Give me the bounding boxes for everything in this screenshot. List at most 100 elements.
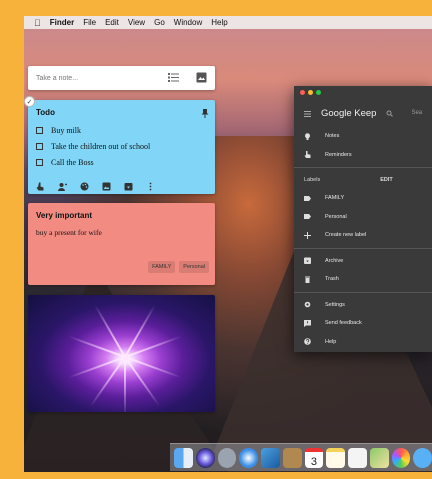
nav-create-label[interactable]: Create new label: [294, 226, 432, 245]
search-field[interactable]: Sea: [411, 110, 422, 116]
nav-reminders[interactable]: Reminders: [294, 146, 432, 165]
checklist-item-text[interactable]: Take the children out of school: [51, 142, 150, 151]
label-chip[interactable]: Personal: [179, 261, 209, 273]
nav-notes[interactable]: Notes: [294, 127, 432, 146]
plus-icon: [304, 231, 311, 239]
note-labels: FAMILY Personal: [148, 261, 209, 273]
nav-label: FAMILY: [325, 195, 345, 202]
calendar-app-icon[interactable]: 3: [304, 447, 324, 468]
nav-label: Notes: [325, 133, 340, 140]
nav-label: Help: [325, 338, 337, 345]
todo-note[interactable]: ✓ Todo Buy milk Take the children out of…: [24, 96, 215, 194]
finder-app-icon[interactable]: [174, 447, 193, 468]
reminders-app-icon[interactable]: [348, 447, 367, 468]
menu-help[interactable]: Help: [211, 18, 227, 27]
label-icon: [304, 195, 311, 202]
reminder-icon[interactable]: [36, 178, 45, 191]
dock: 3: [170, 443, 432, 471]
nav-help[interactable]: Help: [294, 333, 432, 352]
siri-app-icon[interactable]: [195, 447, 215, 468]
menu-go[interactable]: Go: [154, 18, 165, 27]
checklist-item-text[interactable]: Call the Boss: [51, 158, 94, 167]
label-chip[interactable]: FAMILY: [148, 261, 176, 273]
edit-labels-button[interactable]: EDIT: [380, 177, 393, 183]
checkbox[interactable]: [36, 158, 43, 166]
keep-brand: Google Keep: [321, 107, 377, 119]
todo-title: Todo: [36, 108, 55, 117]
image-ray: [124, 357, 126, 412]
divider: [294, 291, 432, 293]
menu-file[interactable]: File: [83, 18, 96, 27]
nav-label-personal[interactable]: Personal: [294, 208, 432, 227]
apple-menu-icon[interactable]: : [34, 18, 41, 28]
important-note[interactable]: Very important buy a present for wife FA…: [28, 203, 215, 285]
zoom-window-icon[interactable]: [316, 90, 321, 95]
collaborator-icon[interactable]: [58, 178, 67, 191]
nav-label-family[interactable]: FAMILY: [294, 189, 432, 208]
menu-edit[interactable]: Edit: [105, 18, 119, 27]
select-check-icon[interactable]: ✓: [24, 96, 35, 107]
nav-settings[interactable]: Settings: [294, 296, 432, 315]
image-icon[interactable]: [102, 178, 111, 191]
feedback-icon: [304, 319, 311, 327]
more-icon[interactable]: [146, 178, 155, 191]
notes-app-icon[interactable]: [326, 447, 345, 468]
close-window-icon[interactable]: [300, 90, 305, 95]
image-icon[interactable]: [196, 72, 207, 83]
checklist-item: Call the Boss: [36, 154, 207, 170]
nav-label: Archive: [325, 257, 344, 264]
palette-icon[interactable]: [80, 178, 89, 191]
menu-view[interactable]: View: [128, 18, 145, 27]
divider: [294, 167, 432, 168]
checkbox[interactable]: [36, 126, 43, 134]
nav-archive[interactable]: Archive: [294, 252, 432, 271]
hamburger-icon[interactable]: [304, 104, 311, 122]
take-note-input[interactable]: Take a note...: [28, 66, 215, 90]
archive-icon[interactable]: [124, 178, 133, 191]
checklist-item-text[interactable]: Buy milk: [51, 126, 81, 135]
menu-window[interactable]: Window: [174, 18, 202, 27]
contacts-app-icon[interactable]: [282, 447, 302, 468]
nav-label: Settings: [325, 301, 345, 308]
divider: [294, 247, 432, 249]
label-icon: [304, 213, 311, 220]
messages-app-icon[interactable]: [413, 447, 432, 468]
trash-icon: [304, 276, 311, 283]
photo-app-icon[interactable]: [261, 447, 280, 468]
google-keep-window: Google Keep Sea Notes Reminders Labels E…: [294, 86, 432, 352]
nav-label: Trash: [325, 276, 339, 283]
nav-label: Reminders: [325, 151, 352, 158]
desktop-screen:  Finder File Edit View Go Window Help T…: [24, 16, 432, 472]
checkbox[interactable]: [36, 142, 43, 150]
image-note[interactable]: [28, 295, 215, 412]
maps-app-icon[interactable]: [369, 447, 389, 468]
launchpad-app-icon[interactable]: [217, 447, 237, 468]
bulb-icon: [304, 133, 311, 140]
nav-label: Personal: [325, 213, 347, 220]
safari-app-icon[interactable]: [239, 447, 258, 468]
nav-label: Create new label: [325, 232, 367, 239]
labels-header: Labels EDIT: [294, 171, 432, 189]
search-icon[interactable]: [386, 104, 394, 122]
checklist-item: Buy milk: [36, 122, 207, 138]
pin-icon[interactable]: [201, 105, 209, 118]
help-icon: [304, 338, 311, 346]
checklist-item: Take the children out of school: [36, 138, 207, 154]
menu-bar:  Finder File Edit View Go Window Help: [24, 16, 432, 29]
important-title: Very important: [36, 211, 93, 220]
nav-label: Send feedback: [325, 320, 362, 327]
nav-send-feedback[interactable]: Send feedback: [294, 314, 432, 333]
archive-icon: [304, 257, 311, 265]
minimize-window-icon[interactable]: [308, 90, 313, 95]
menu-finder[interactable]: Finder: [50, 18, 74, 27]
hand-icon: [304, 151, 311, 159]
important-body: buy a present for wife: [36, 228, 102, 237]
gear-icon: [304, 301, 311, 308]
labels-heading: Labels: [304, 177, 321, 183]
nav-trash[interactable]: Trash: [294, 270, 432, 289]
checklist-icon[interactable]: [168, 72, 179, 83]
window-titlebar[interactable]: [294, 86, 432, 99]
photos-app-icon[interactable]: [391, 447, 411, 468]
image-ray: [68, 335, 126, 358]
note-toolbar: [36, 178, 155, 191]
